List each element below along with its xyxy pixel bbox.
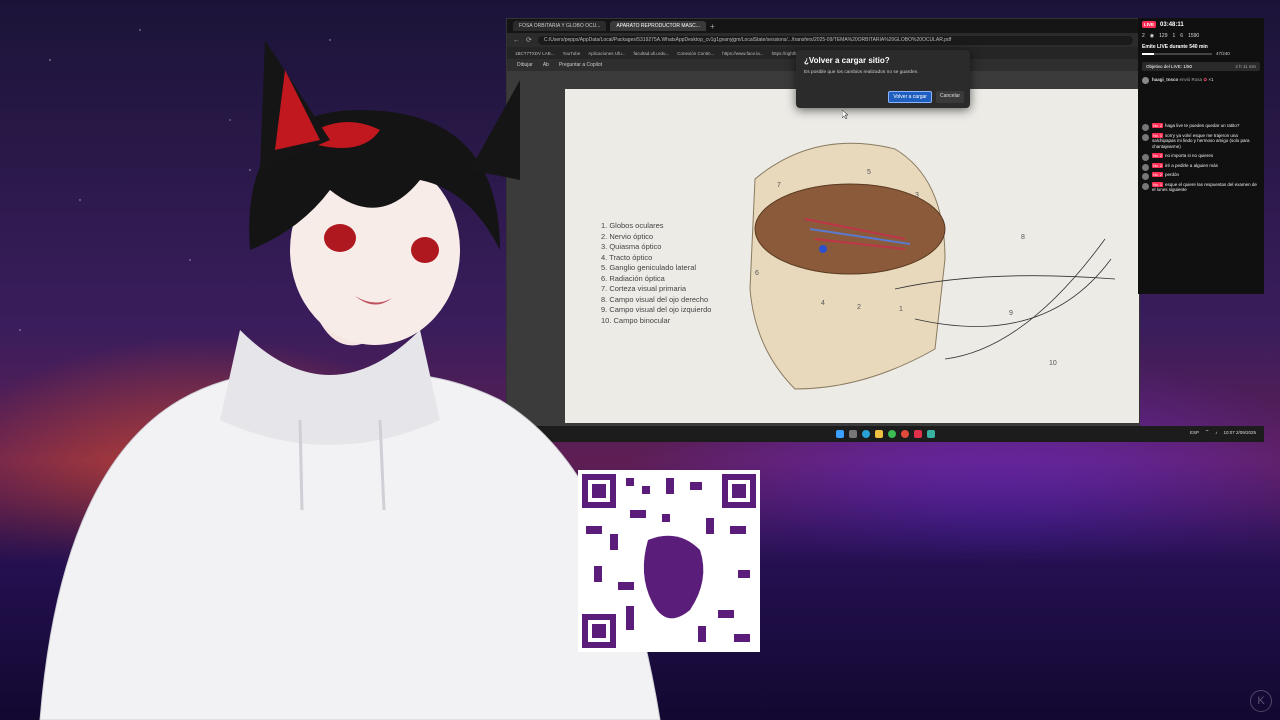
tiktok-icon[interactable] <box>913 430 922 438</box>
figure-label: 9 <box>1009 310 1013 317</box>
chat-message: Nv. 2 haga live te puedes quedar un ratit… <box>1142 123 1260 131</box>
search-icon[interactable] <box>848 430 857 438</box>
stat-value: 129 <box>1159 33 1168 39</box>
dialog-message: Es posible que los cambios realizados no… <box>804 70 919 75</box>
figure-label: 10 <box>1049 360 1057 367</box>
bookmark[interactable]: https://www.face.la... <box>722 51 763 56</box>
live-header: LIVE 03:48:11 <box>1138 18 1264 31</box>
figure-label: 7 <box>777 182 781 189</box>
system-tray: ESP ⌔ ♪ 10:07 2/09/2025 <box>1190 429 1256 435</box>
watermark-logo: K <box>1250 690 1272 712</box>
figure-label: 5 <box>867 169 871 176</box>
tray-language[interactable]: ESP <box>1190 430 1199 435</box>
gift-user: haagi_tnsco <box>1152 77 1179 82</box>
pinned-goal[interactable]: Objetivo del LIVE: 1/50 2 h 11 min <box>1142 62 1260 71</box>
chat-message: Nv. 2 perdón <box>1142 172 1260 180</box>
figure-label: 6 <box>755 270 759 277</box>
chat-message: Nv. 1 esque el quiere las respuestas del … <box>1142 181 1260 193</box>
viewers-icon: ◉ <box>1149 33 1155 39</box>
chat-message: Nv. 2 no importa si no quieres <box>1142 153 1260 161</box>
chrome-icon[interactable] <box>887 430 896 438</box>
figure-label: 2 <box>857 304 861 311</box>
figure-label: 3 <box>915 192 919 199</box>
gift-text: envió Rosa <box>1179 77 1203 82</box>
edge-icon[interactable] <box>861 430 870 438</box>
live-goal-title: Emite LIVE durante 540 min <box>1142 44 1208 50</box>
figure-label: 1 <box>899 306 903 313</box>
live-stream-panel: LIVE 03:48:11 2 ◉ 129 1 6 1590 Emite LIVE… <box>1138 18 1264 294</box>
live-stats: 2 ◉ 129 1 6 1590 <box>1138 31 1264 41</box>
app-icon[interactable] <box>926 430 935 438</box>
stat-value: 1590 <box>1188 33 1200 39</box>
dialog-title: ¿Volver a cargar sitio? <box>804 56 890 65</box>
reload-button[interactable]: Volver a cargar <box>888 91 932 103</box>
goal-count: 47/240 <box>1216 51 1230 56</box>
live-duration: 03:48:11 <box>1160 21 1184 28</box>
file-explorer-icon[interactable] <box>874 430 883 438</box>
rose-icon: ✿ <box>1203 77 1208 82</box>
gift-count: ×1 <box>1208 77 1214 82</box>
figure-label: 8 <box>1021 234 1025 241</box>
chat-message: Nv. 2 iré a pedirle a alguien más <box>1142 162 1260 170</box>
reload-dialog: ¿Volver a cargar sitio? Es posible que l… <box>796 50 970 108</box>
qr-code[interactable] <box>578 470 760 652</box>
cancel-button[interactable]: Cancelar <box>935 91 964 103</box>
gift-notification: haagi_tnsco envió Rosa ✿ ×1 <box>1138 71 1264 84</box>
app-icon[interactable] <box>900 430 909 438</box>
stat-value: 6 <box>1180 33 1184 39</box>
goal-progress-row: 47/240 <box>1138 51 1264 56</box>
new-tab-icon[interactable]: + <box>710 22 715 31</box>
stat-value: 2 <box>1142 33 1145 39</box>
clock[interactable]: 10:07 2/09/2025 <box>1223 430 1256 435</box>
goal-progress-bar <box>1142 52 1212 55</box>
start-icon[interactable] <box>835 430 844 438</box>
volume-icon[interactable]: ♪ <box>1215 430 1217 435</box>
figure-label: 4 <box>821 300 825 307</box>
live-badge: LIVE <box>1142 21 1157 28</box>
wifi-icon[interactable]: ⌔ <box>1205 429 1209 435</box>
chat-message: Nv. 1 sorry ya volví esque me trajeron un… <box>1142 132 1260 150</box>
stat-value: 1 <box>1172 33 1176 39</box>
mouse-cursor-icon <box>842 110 848 119</box>
dialog-buttons: Volver a cargar Cancelar <box>888 91 964 103</box>
chat-list: Nv. 2 haga live te puedes quedar un ratit… <box>1138 83 1264 193</box>
